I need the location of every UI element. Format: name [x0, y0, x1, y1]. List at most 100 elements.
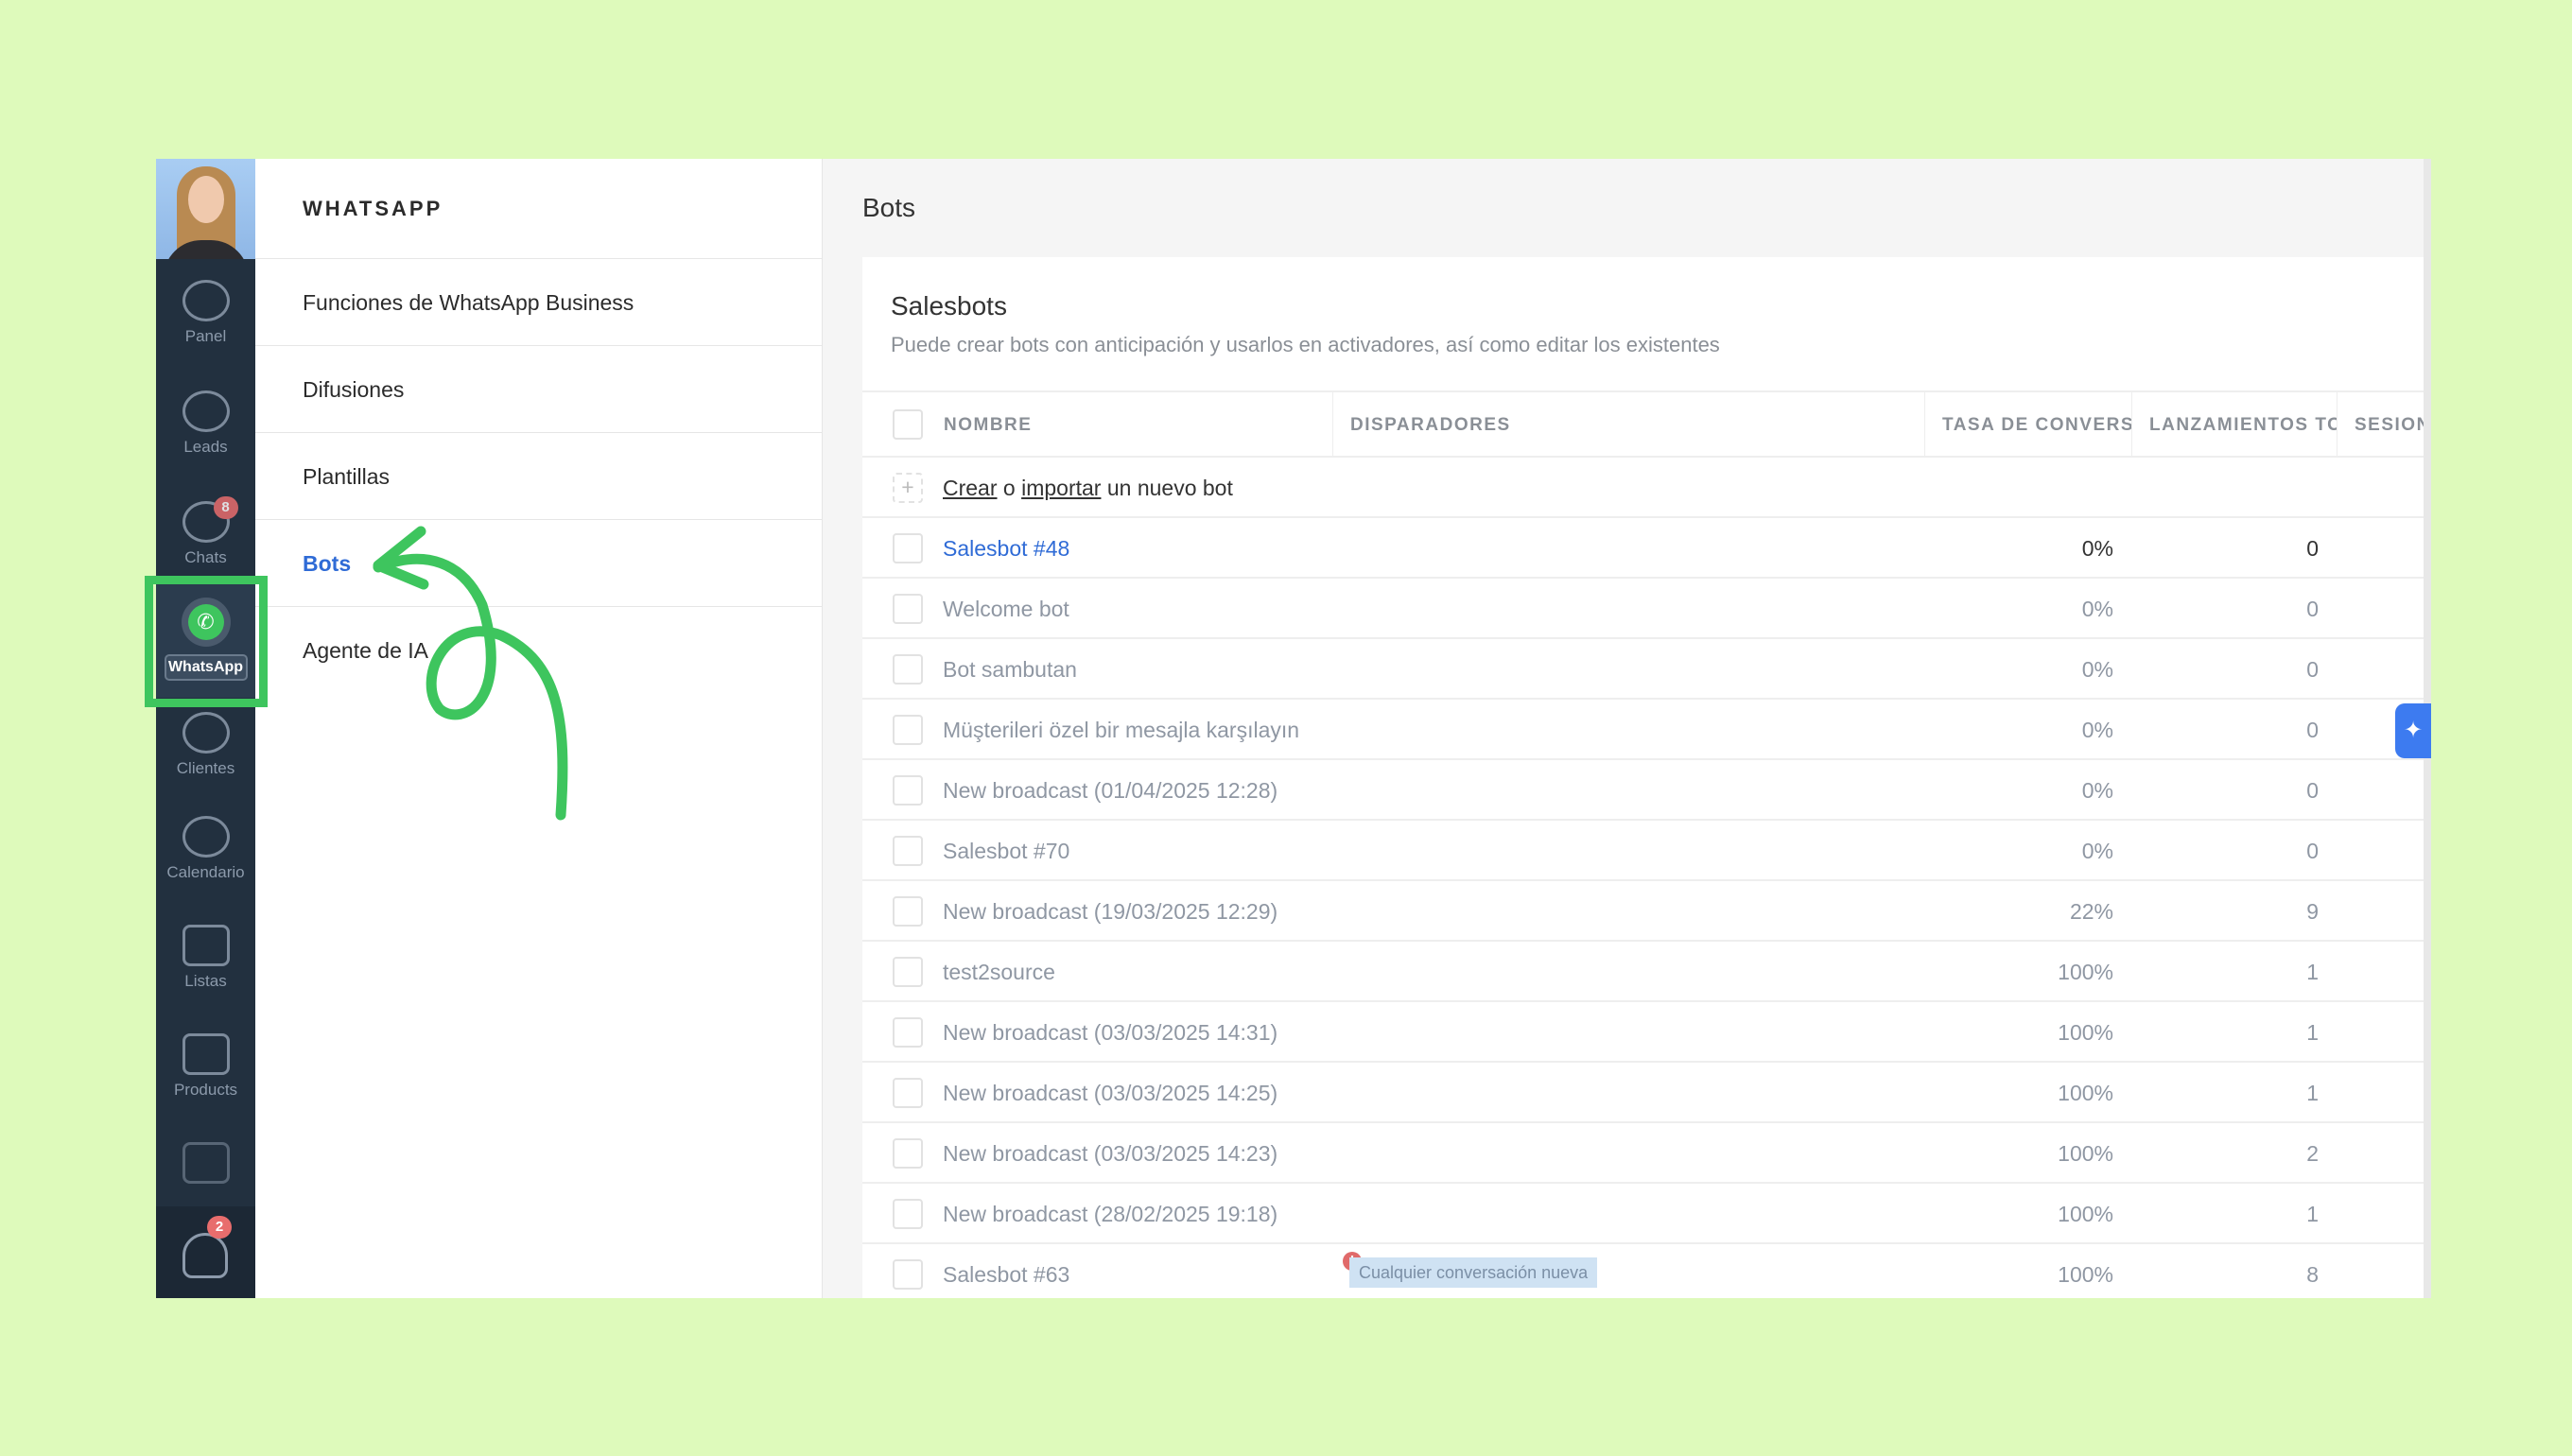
table-row[interactable]: New broadcast (01/04/2025 12:28) 0% 0 0 [862, 760, 2431, 821]
avatar[interactable] [156, 159, 255, 259]
create-bot-row: + Crear o importar un nuevo bot [862, 458, 2431, 518]
row-checkbox[interactable] [893, 533, 923, 563]
bot-name-link[interactable]: New broadcast (01/04/2025 12:28) [943, 760, 1277, 821]
conversion-rate: 0% [2081, 718, 2113, 742]
conversion-rate: 100% [2058, 1081, 2113, 1105]
bot-name-link[interactable]: Müşterileri özel bir mesajla karşılayın [943, 700, 1299, 760]
sidebar-label: Chats [184, 548, 227, 566]
table-row[interactable]: New broadcast (03/03/2025 14:25) 100% 1 … [862, 1063, 2431, 1123]
chat-icon: 8 [182, 496, 238, 543]
create-link[interactable]: Crear [943, 476, 998, 500]
total-launches: 1 [2306, 1020, 2319, 1045]
sidebar-label: Clientes [176, 759, 235, 777]
sidebar-more[interactable] [156, 1142, 255, 1189]
sidebar-item-panel[interactable]: Panel [156, 280, 255, 346]
table-row[interactable]: Müşterileri özel bir mesajla karşılayın … [862, 700, 2431, 760]
sidebar-label: Panel [184, 327, 227, 345]
row-checkbox[interactable] [893, 1138, 923, 1169]
table-row[interactable]: Salesbot #48 0% 0 0 [862, 518, 2431, 579]
sparkle-icon: ✦ [2403, 718, 2424, 743]
submenu-item-difusiones[interactable]: Difusiones [255, 346, 822, 433]
bot-name-link[interactable]: Salesbot #63 [943, 1244, 1069, 1298]
bot-name-link[interactable]: New broadcast (28/02/2025 19:18) [943, 1184, 1277, 1244]
row-checkbox[interactable] [893, 1259, 923, 1290]
table-row[interactable]: New broadcast (28/02/2025 19:18) 100% 1 … [862, 1184, 2431, 1244]
bot-name-link[interactable]: Welcome bot [943, 579, 1069, 639]
conversion-rate: 0% [2081, 778, 2113, 803]
conversion-rate: 100% [2058, 1262, 2113, 1287]
submenu-item-funciones[interactable]: Funciones de WhatsApp Business [255, 259, 822, 346]
submenu-item-plantillas[interactable]: Plantillas [255, 433, 822, 520]
left-sidebar: Panel Leads 8 Chats ✆ WhatsApp Clientes Ca… [156, 159, 255, 1298]
row-checkbox[interactable] [893, 957, 923, 987]
submenu-item-bots[interactable]: Bots [255, 520, 822, 607]
submenu-item-agente-ia[interactable]: Agente de IA [255, 607, 822, 694]
column-disparadores[interactable]: DISPARADORES [1332, 392, 1924, 456]
row-checkbox[interactable] [893, 896, 923, 927]
row-checkbox[interactable] [893, 836, 923, 866]
sidebar-item-calendario[interactable]: Calendario [156, 816, 255, 882]
conversion-rate: 100% [2058, 960, 2113, 984]
bot-name-link[interactable]: New broadcast (03/03/2025 14:25) [943, 1063, 1277, 1123]
notifications-badge: 2 [207, 1216, 232, 1239]
bot-name-link[interactable]: New broadcast (03/03/2025 14:23) [943, 1123, 1277, 1184]
table-row[interactable]: New broadcast (19/03/2025 12:29) 22% 9 0 [862, 881, 2431, 942]
gauge-icon [182, 280, 230, 321]
sidebar-item-products[interactable]: Products [156, 1033, 255, 1100]
column-nombre[interactable]: NOMBRE [927, 392, 1332, 456]
bot-name-link[interactable]: Bot sambutan [943, 639, 1077, 700]
conversion-rate: 22% [2069, 899, 2113, 924]
notifications-button[interactable]: 2 [156, 1206, 255, 1298]
card-subtitle: Puede crear bots con anticipación y usar… [891, 333, 1720, 356]
sidebar-item-listas[interactable]: Listas [156, 925, 255, 991]
card-title: Salesbots [891, 291, 1007, 321]
table-row[interactable]: Bot sambutan 0% 0 0 [862, 639, 2431, 700]
row-checkbox[interactable] [893, 775, 923, 806]
column-lanzamientos[interactable]: LANZAMIENTOS TOTALES [2131, 392, 2337, 456]
total-launches: 0 [2306, 839, 2319, 863]
bell-icon [182, 1233, 228, 1278]
total-launches: 0 [2306, 657, 2319, 682]
sidebar-item-chats[interactable]: 8 Chats [156, 496, 255, 567]
select-all-checkbox[interactable] [893, 409, 923, 440]
total-launches: 0 [2306, 778, 2319, 803]
check-icon [182, 816, 230, 858]
row-checkbox[interactable] [893, 1078, 923, 1108]
conversion-rate: 0% [2081, 839, 2113, 863]
ai-assistant-button[interactable]: ✦ [2395, 703, 2431, 758]
bot-name-link[interactable]: Salesbot #70 [943, 821, 1069, 881]
table-row[interactable]: test2source 100% 1 0 [862, 942, 2431, 1002]
trigger-tag[interactable]: Cualquier conversación nueva [1349, 1257, 1598, 1288]
whatsapp-highlight-box [145, 576, 268, 707]
sidebar-item-leads[interactable]: Leads [156, 390, 255, 457]
total-launches: 0 [2306, 718, 2319, 742]
row-checkbox[interactable] [893, 1199, 923, 1229]
column-sesiones[interactable]: SESIONES ACTIVAS [2337, 392, 2431, 456]
row-checkbox[interactable] [893, 654, 923, 685]
column-tasa[interactable]: TASA DE CONVERSIÓN [1924, 392, 2131, 456]
sidebar-label: Calendario [166, 863, 245, 881]
sidebar-label: Leads [183, 438, 228, 456]
table-row[interactable]: Welcome bot 0% 0 0 [862, 579, 2431, 639]
conversion-rate: 0% [2081, 597, 2113, 621]
bot-name-link[interactable]: Salesbot #48 [943, 518, 1069, 579]
row-checkbox[interactable] [893, 1017, 923, 1048]
sidebar-item-clientes[interactable]: Clientes [156, 712, 255, 778]
table-row[interactable]: New broadcast (03/03/2025 14:31) 100% 1 … [862, 1002, 2431, 1063]
table-row[interactable]: Salesbot #63 !Cualquier conversación nue… [862, 1244, 2431, 1298]
row-checkbox[interactable] [893, 594, 923, 624]
chats-badge: 8 [213, 496, 238, 519]
table-row[interactable]: Salesbot #70 0% 0 0 [862, 821, 2431, 881]
import-link[interactable]: importar [1021, 476, 1101, 500]
table-row[interactable]: New broadcast (03/03/2025 14:23) 100% 2 … [862, 1123, 2431, 1184]
total-launches: 1 [2306, 960, 2319, 984]
row-checkbox[interactable] [893, 715, 923, 745]
list-icon [182, 1033, 230, 1075]
submenu-title: WHATSAPP [255, 159, 822, 259]
bot-name-link[interactable]: test2source [943, 942, 1055, 1002]
bot-name-link[interactable]: New broadcast (19/03/2025 12:29) [943, 881, 1277, 942]
salesbots-card: Salesbots Puede crear bots con anticipac… [862, 257, 2431, 1298]
bot-name-link[interactable]: New broadcast (03/03/2025 14:31) [943, 1002, 1277, 1063]
sidebar-label: Products [173, 1081, 238, 1099]
plus-icon[interactable]: + [893, 473, 923, 503]
